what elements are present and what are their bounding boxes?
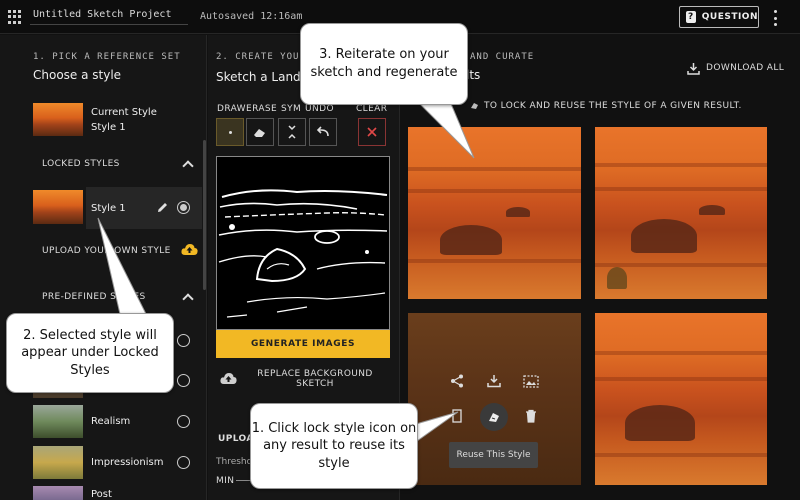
tool-label-undo: UNDO — [305, 104, 334, 114]
post-thumbnail — [33, 486, 83, 500]
project-title-underline — [30, 24, 188, 25]
close-icon — [367, 127, 377, 137]
lock-style-button[interactable] — [480, 403, 508, 431]
question-label: QUESTION — [701, 12, 758, 22]
step2-label: 2. CREATE YOUR — [216, 52, 306, 62]
result-image-4[interactable] — [595, 313, 767, 485]
style-name-post: Post — [91, 489, 112, 500]
project-title-input[interactable]: Untitled Sketch Project — [33, 9, 171, 20]
style-name-impressionism: Impressionism — [91, 457, 164, 468]
current-style-name: Style 1 — [91, 122, 126, 133]
current-style-thumbnail — [33, 103, 83, 136]
tool-label-sym: SYM — [281, 104, 302, 114]
style-name-realism: Realism — [91, 416, 131, 427]
callout-2: 2. Selected style will appear under Lock… — [6, 313, 174, 393]
locked-style-radio[interactable] — [177, 201, 190, 214]
sketch-canvas[interactable] — [216, 156, 390, 330]
step1-title: Choose a style — [33, 68, 122, 82]
impressionism-thumbnail — [33, 446, 83, 479]
left-panel-scrollbar[interactable] — [203, 140, 206, 290]
generate-images-button[interactable]: GENERATE IMAGES — [216, 330, 390, 358]
set-background-icon[interactable] — [523, 375, 539, 388]
replace-background-button[interactable]: REPLACE BACKGROUND SKETCH — [256, 369, 374, 389]
more-options-icon[interactable] — [772, 10, 778, 26]
tool-label-clear: CLEAR — [356, 104, 388, 114]
style-radio[interactable] — [177, 334, 190, 347]
threshold-label: Thresho — [216, 457, 253, 467]
step3-title: lts — [466, 68, 481, 82]
locked-style-thumbnail — [33, 190, 83, 224]
locked-styles-header: LOCKED STYLES — [42, 159, 120, 169]
threshold-min-label: MIN — [216, 476, 235, 486]
impressionism-radio[interactable] — [177, 456, 190, 469]
download-all-button[interactable]: DOWNLOAD ALL — [706, 63, 784, 73]
callout-3: 3. Reiterate on your sketch and regenera… — [300, 23, 468, 105]
step3-instruction: TO LOCK AND REUSE THE STYLE OF A GIVEN R… — [484, 101, 742, 111]
app-menu-grid-icon[interactable] — [8, 10, 22, 24]
lock-style-icon — [489, 413, 499, 422]
step1-label: 1. PICK A REFERENCE SET — [33, 52, 181, 62]
erase-tool-button[interactable] — [246, 118, 274, 146]
trash-icon[interactable] — [525, 409, 537, 423]
download-icon[interactable] — [487, 374, 501, 388]
upload-cloud-icon[interactable] — [181, 243, 198, 256]
step2-title: Sketch a Land — [216, 70, 301, 84]
callout-2-pointer — [97, 217, 147, 315]
tool-label-erase: ERASE — [246, 104, 278, 114]
upload-cloud-icon[interactable] — [220, 372, 237, 385]
current-style-label: Current Style — [91, 107, 157, 118]
clear-tool-button[interactable] — [358, 118, 386, 146]
pencil-edit-icon[interactable] — [156, 201, 169, 214]
undo-tool-button[interactable] — [309, 118, 337, 146]
result-image-2[interactable] — [595, 127, 767, 299]
realism-radio[interactable] — [177, 415, 190, 428]
replace-background-label-line1: REPLACE BACKGROUND — [257, 369, 373, 379]
undo-icon — [316, 126, 329, 137]
locked-style-name: Style 1 — [91, 203, 126, 214]
reuse-style-tooltip: Reuse This Style — [449, 442, 538, 468]
share-icon[interactable] — [450, 374, 464, 388]
draw-tool-button[interactable] — [216, 118, 244, 146]
callout-1: 1. Click lock style icon on any result t… — [250, 403, 418, 489]
dot-icon — [228, 130, 232, 134]
tool-label-draw: DRAW — [217, 104, 246, 114]
symmetry-icon — [288, 125, 296, 139]
eraser-icon — [254, 129, 265, 137]
sketch-strokes — [218, 189, 388, 318]
realism-thumbnail — [33, 405, 83, 438]
symmetry-tool-button[interactable] — [278, 118, 306, 146]
step3-label: AND CURATE — [470, 52, 535, 62]
question-icon: ? — [686, 11, 696, 23]
style-radio[interactable] — [177, 374, 190, 387]
replace-background-label-line2: SKETCH — [296, 379, 334, 389]
autosave-status: Autosaved 12:16am — [200, 11, 303, 22]
question-button[interactable]: ? QUESTION — [679, 6, 759, 28]
download-icon[interactable] — [687, 62, 700, 75]
upload-section-label: UPLOA — [218, 434, 254, 444]
